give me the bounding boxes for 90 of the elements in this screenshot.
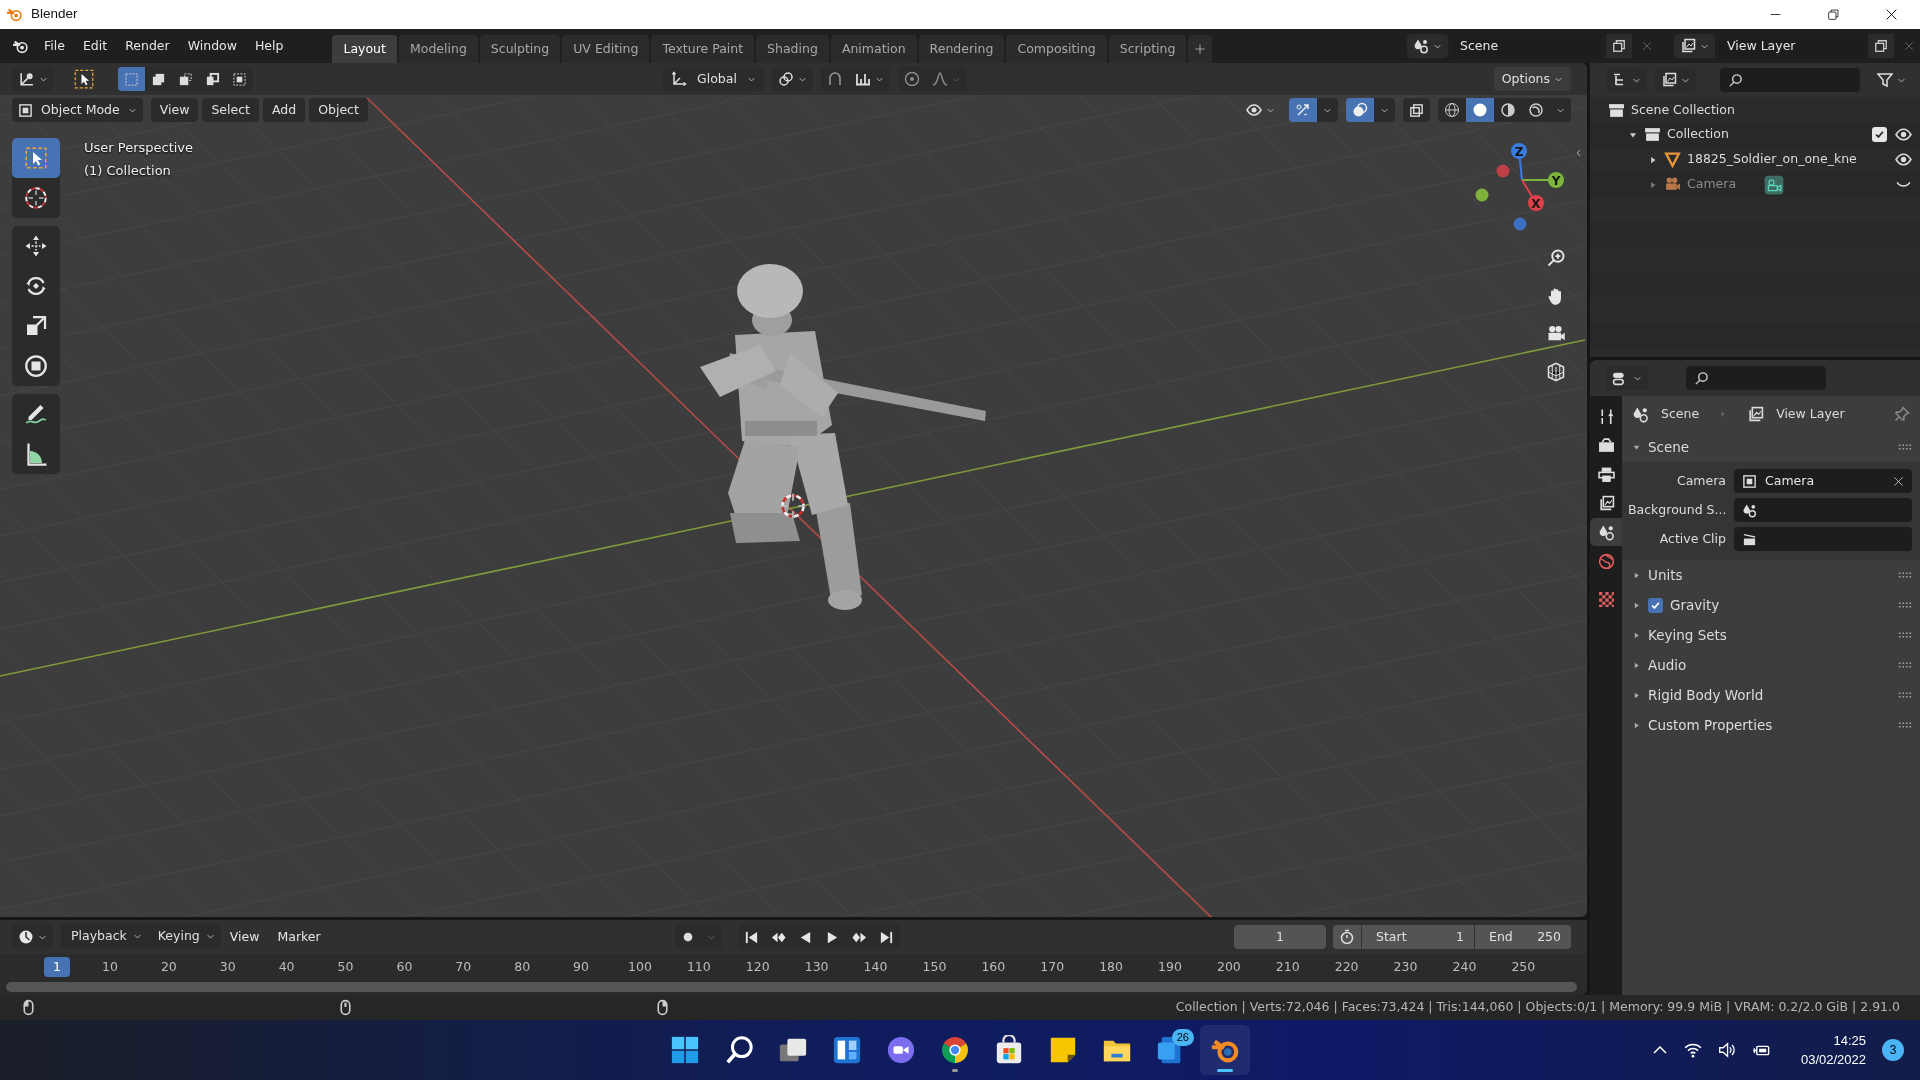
field-label: Background S... — [1628, 500, 1726, 519]
frame-number: 170 — [1039, 957, 1066, 976]
frame-number: 190 — [1157, 957, 1183, 976]
viewport[interactable]: Global Options Object Mode View Select Add Object User Perspective (1) Collection Z Y X — [0, 63, 1587, 917]
frame-number: 90 — [572, 957, 590, 976]
menu-item[interactable]: Render — [116, 33, 179, 59]
workspace-tab[interactable]: Compositing — [1006, 35, 1107, 63]
menu-item[interactable]: Select — [202, 98, 259, 122]
item-label: 18825_Soldier_on_one_kne — [1687, 150, 1857, 169]
item-label: Collection — [1667, 125, 1729, 144]
workspace-tab[interactable]: Layout — [332, 35, 397, 63]
frame-number: 120 — [744, 957, 771, 976]
frame-number: 140 — [862, 957, 889, 976]
frame-number: 70 — [454, 957, 473, 976]
outliner-row[interactable]: Collection — [1590, 122, 1920, 147]
frame-number: 50 — [336, 957, 355, 976]
collection-name: (1) Collection — [84, 162, 171, 180]
panel-title: Units — [1648, 565, 1683, 585]
window-title: Blender — [31, 5, 78, 24]
workspace-tab[interactable]: UV Editing — [562, 35, 650, 63]
panel-title: Custom Properties — [1648, 715, 1773, 735]
frame-number: 40 — [277, 957, 296, 976]
frame-number: 110 — [685, 957, 712, 976]
outliner-row[interactable]: Camera — [1590, 172, 1920, 197]
menu-item[interactable]: File — [35, 33, 74, 59]
object-field[interactable]: Camera — [1734, 469, 1912, 493]
frame-number: 60 — [395, 957, 414, 976]
workspace-tab[interactable]: Animation — [830, 35, 917, 63]
menu-item[interactable]: View — [150, 98, 199, 122]
panel-title: Gravity — [1670, 595, 1720, 615]
menu-item[interactable]: Object — [309, 98, 368, 122]
menu-dropdown[interactable]: Keying — [147, 924, 221, 948]
frame-number: 160 — [980, 957, 1007, 976]
frame-number: 20 — [159, 957, 178, 976]
view-name: User Perspective — [84, 139, 194, 157]
frame-number: 30 — [218, 957, 237, 976]
frame-number: 240 — [1451, 957, 1478, 976]
notification-badge[interactable]: 3 — [1882, 1039, 1904, 1061]
options-dropdown[interactable]: Options — [1493, 67, 1571, 91]
item-label: Scene Collection — [1631, 101, 1735, 120]
panel-title: Rigid Body World — [1648, 685, 1764, 705]
workspace-tab[interactable]: Texture Paint — [651, 35, 755, 63]
frame-number: 200 — [1215, 957, 1242, 976]
workspace-tab[interactable]: Sculpting — [479, 35, 561, 63]
mode-dropdown[interactable]: Object Mode — [12, 98, 143, 122]
outliner-row[interactable]: 18825_Soldier_on_one_kne — [1590, 147, 1920, 172]
end-frame-field[interactable]: End 250 — [1475, 925, 1571, 949]
menu-dropdown[interactable]: Playback — [61, 924, 148, 948]
workspace-tab[interactable]: Scripting — [1108, 35, 1187, 63]
clock-time: 14:25 — [1832, 1032, 1866, 1050]
frame-number: 210 — [1274, 957, 1301, 976]
taskbar-app-button[interactable]: 26 — [1146, 1025, 1196, 1075]
frame-number: 220 — [1333, 957, 1360, 976]
axis-label: Y — [1551, 173, 1561, 188]
start-frame-field[interactable]: Start 1 — [1362, 925, 1474, 949]
axis-label: X — [1531, 196, 1541, 211]
item-label: Camera — [1687, 175, 1737, 194]
frame-number: 130 — [803, 957, 830, 976]
frame-number: 250 — [1510, 957, 1537, 976]
panel-title: Keying Sets — [1648, 625, 1727, 645]
orientation-dropdown[interactable]: Global — [663, 67, 764, 91]
panel-title: Audio — [1648, 655, 1687, 675]
frame-indicator[interactable]: 1 — [44, 957, 70, 977]
menu-item[interactable]: Help — [245, 33, 293, 59]
frame-number: 180 — [1098, 957, 1124, 976]
field-label: Active Clip — [1658, 529, 1726, 548]
frame-number: 150 — [921, 957, 948, 976]
frame-number: 10 — [101, 957, 119, 976]
field-label: Camera — [1675, 471, 1726, 490]
notification-count: 26 — [1171, 1029, 1194, 1046]
workspace-tab[interactable]: Shading — [756, 35, 829, 63]
outliner-row[interactable]: Scene Collection — [1590, 97, 1920, 122]
current-frame-field[interactable]: 1 — [1234, 925, 1326, 949]
workspace-tab[interactable]: Modeling — [398, 35, 478, 63]
axis-label: Z — [1514, 144, 1524, 159]
frame-number: 100 — [627, 957, 653, 976]
frame-number: 230 — [1392, 957, 1419, 976]
scene-statistics: Collection | Verts:72,046 | Faces:73,424 | Tris:144,060 | Objects:0/1 | Memory: 99.9 MiB | VRAM: 0.2/2.0 GiB | 2.91.0 — [1175, 998, 1900, 1017]
menu-item[interactable]: Window — [178, 33, 246, 59]
panel-title: Scene — [1648, 437, 1690, 457]
clock-date: 03/02/2022 — [1800, 1051, 1866, 1069]
clock-button[interactable]: 14:25 03/02/2022 — [1800, 1031, 1866, 1069]
workspace-tab[interactable]: Rendering — [918, 35, 1005, 63]
breadcrumb-item[interactable]: Scene — [1661, 404, 1700, 424]
menu-item[interactable]: Marker — [268, 924, 330, 950]
frame-number: 80 — [513, 957, 532, 976]
breadcrumb-item[interactable]: View Layer — [1776, 404, 1845, 424]
menu-item[interactable]: Add — [263, 98, 306, 122]
menu-item[interactable]: View — [220, 924, 269, 950]
menu-item[interactable]: Edit — [73, 33, 117, 59]
